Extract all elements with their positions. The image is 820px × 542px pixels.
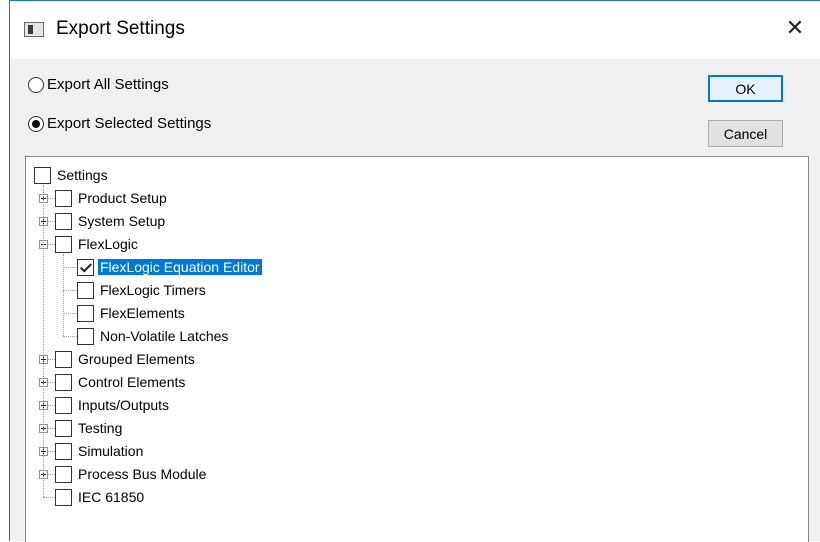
ok-button[interactable]: OK	[708, 75, 783, 102]
tree-node-non-volatile-latches-checkbox[interactable]	[77, 327, 94, 345]
tree-node-control-elements-label: Control Elements	[78, 374, 186, 390]
tree-node-flexlogic-timers-label: FlexLogic Timers	[100, 282, 206, 298]
tree-node-process-bus-module-label: Process Bus Module	[78, 466, 207, 482]
tree-node-grouped-elements-checkbox[interactable]	[55, 350, 72, 368]
export-settings-dialog: Export Settings ✕ Export All Settings Ex…	[9, 0, 820, 542]
tree-node-flexlogic-timers[interactable]: FlexLogic Timers	[77, 280, 208, 300]
tree-node-system-setup-label: System Setup	[78, 213, 166, 229]
tree-node-flexlogic-label: FlexLogic	[78, 236, 138, 252]
tree-node-testing-checkbox[interactable]	[55, 419, 72, 437]
tree-node-testing-label: Testing	[78, 420, 123, 436]
title-bar: Export Settings ✕	[10, 1, 820, 59]
tree-node-iec-61850[interactable]: IEC 61850	[55, 487, 146, 507]
tree-node-settings[interactable]: Settings	[34, 165, 110, 185]
tree-node-process-bus-module[interactable]: Process Bus Module	[55, 464, 208, 484]
tree-node-non-volatile-latches[interactable]: Non-Volatile Latches	[77, 326, 230, 346]
tree-node-testing[interactable]: Testing	[55, 418, 124, 438]
export-selected-label: Export Selected Settings	[47, 115, 212, 132]
tree-node-control-elements[interactable]: Control Elements	[55, 372, 187, 392]
tree-connector	[43, 185, 44, 497]
tree-node-inputs-outputs[interactable]: Inputs/Outputs	[55, 395, 171, 415]
export-selected-option[interactable]: Export Selected Settings	[28, 115, 211, 132]
export-all-radio[interactable]	[28, 76, 44, 93]
tree-node-simulation[interactable]: Simulation	[55, 441, 145, 461]
tree-node-inputs-outputs-label: Inputs/Outputs	[78, 397, 170, 413]
tree-node-flexlogic-equation-editor-label: FlexLogic Equation Editor	[98, 259, 262, 275]
tree-connector	[43, 497, 55, 498]
tree-node-non-volatile-latches-label: Non-Volatile Latches	[100, 328, 229, 344]
tree-connector	[63, 254, 64, 336]
tree-connector	[63, 267, 77, 268]
tree-node-product-setup-label: Product Setup	[78, 190, 167, 206]
tree-node-process-bus-module-checkbox[interactable]	[55, 465, 72, 483]
settings-tree[interactable]: Settings Product Setup System Setup FlexLog…	[25, 156, 809, 542]
export-selected-radio[interactable]	[28, 115, 44, 132]
tree-node-control-elements-checkbox[interactable]	[55, 373, 72, 391]
tree-node-simulation-checkbox[interactable]	[55, 442, 72, 460]
tree-node-inputs-outputs-checkbox[interactable]	[55, 396, 72, 414]
cancel-button[interactable]: Cancel	[708, 120, 783, 147]
tree-node-flexlogic[interactable]: FlexLogic	[55, 234, 140, 254]
tree-node-flexelements-checkbox[interactable]	[77, 304, 94, 322]
tree-node-product-setup-checkbox[interactable]	[55, 189, 72, 207]
tree-node-simulation-label: Simulation	[78, 443, 144, 459]
tree-node-flexlogic-equation-editor-checkbox[interactable]	[77, 258, 94, 276]
tree-node-system-setup-checkbox[interactable]	[55, 212, 72, 230]
tree-node-flexelements-label: FlexElements	[100, 305, 185, 321]
tree-node-grouped-elements-label: Grouped Elements	[78, 351, 195, 367]
tree-node-settings-label: Settings	[57, 167, 108, 183]
tree-node-settings-checkbox[interactable]	[34, 166, 51, 184]
tree-node-grouped-elements[interactable]: Grouped Elements	[55, 349, 197, 369]
tree-node-product-setup[interactable]: Product Setup	[55, 188, 169, 208]
dialog-title: Export Settings	[56, 18, 185, 39]
tree-node-system-setup[interactable]: System Setup	[55, 211, 167, 231]
tree-node-iec-61850-checkbox[interactable]	[55, 488, 72, 506]
window-icon	[24, 22, 44, 37]
export-all-label: Export All Settings	[47, 76, 169, 93]
tree-node-flexlogic-equation-editor[interactable]: FlexLogic Equation Editor	[77, 257, 262, 277]
tree-node-flexlogic-checkbox[interactable]	[55, 235, 72, 253]
tree-connector	[63, 290, 77, 291]
export-all-option[interactable]: Export All Settings	[28, 76, 169, 93]
tree-connector	[63, 336, 77, 337]
tree-node-iec-61850-label: IEC 61850	[78, 489, 145, 505]
tree-connector	[63, 313, 77, 314]
tree-node-flexelements[interactable]: FlexElements	[77, 303, 187, 323]
close-icon[interactable]: ✕	[778, 11, 812, 45]
tree-node-flexlogic-timers-checkbox[interactable]	[77, 281, 94, 299]
